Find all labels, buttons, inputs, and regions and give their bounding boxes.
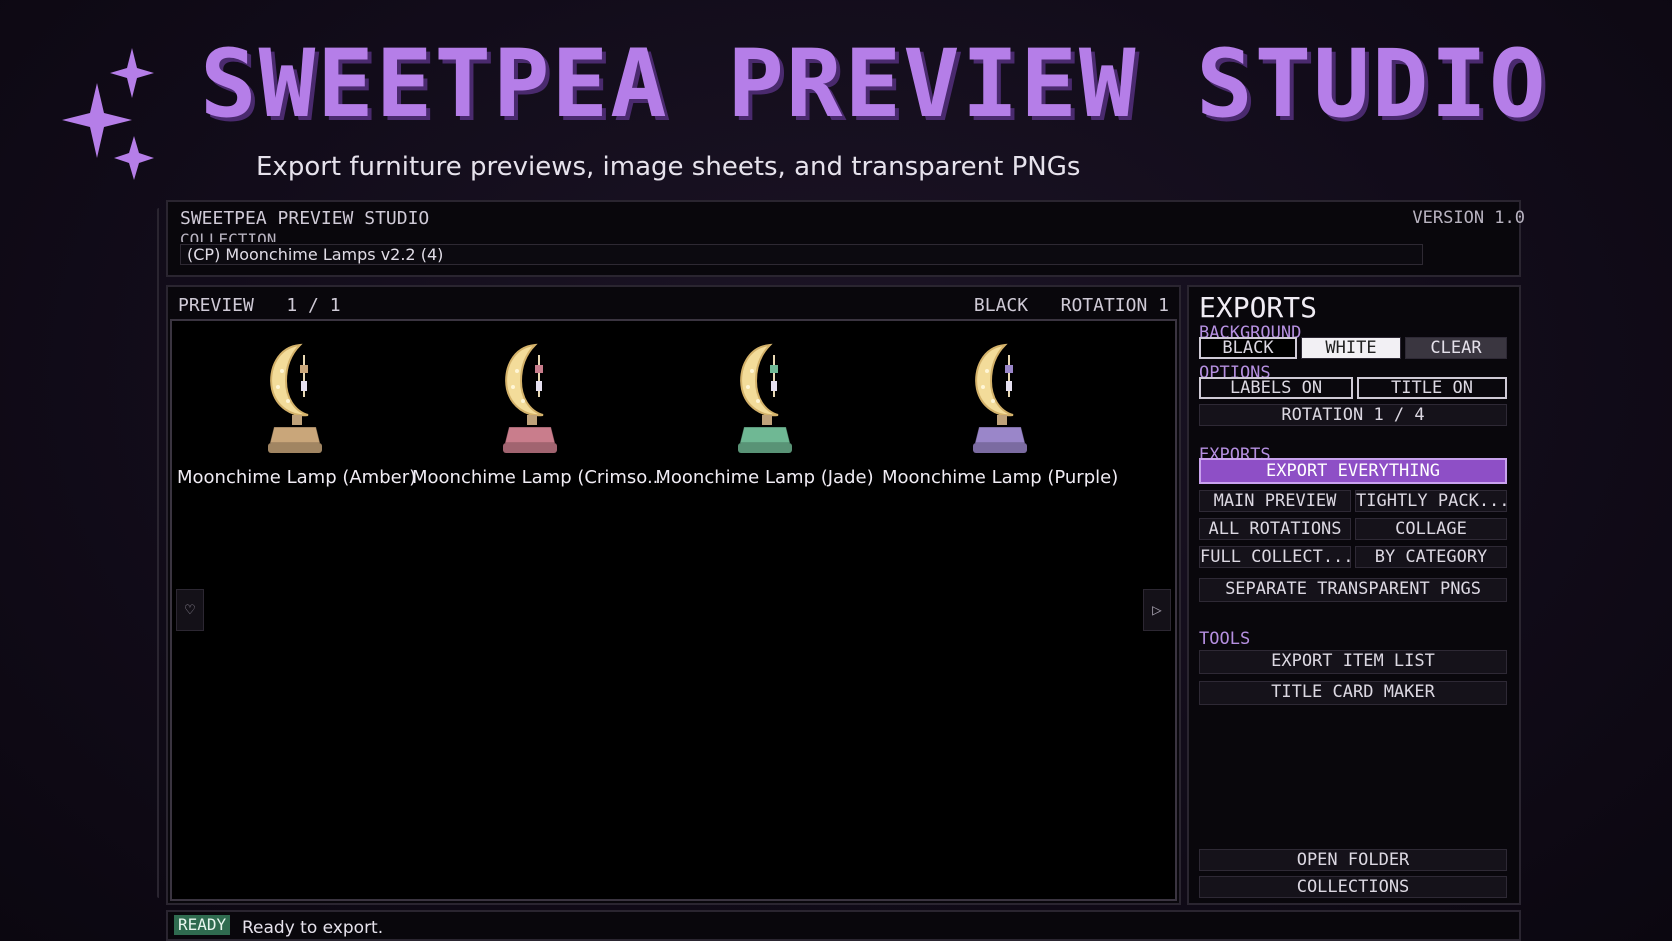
- lamp-icon: [972, 343, 1027, 453]
- item-label: Moonchime Lamp (Purple): [882, 467, 1119, 488]
- full-collection-button[interactable]: FULL COLLECT...: [1199, 546, 1351, 568]
- collage-button[interactable]: COLLAGE: [1355, 518, 1507, 540]
- app-name: SWEETPEA PREVIEW STUDIO: [180, 208, 430, 229]
- preview-item[interactable]: Moonchime Lamp (Purple): [882, 341, 1119, 488]
- preview-item[interactable]: Moonchime Lamp (Amber): [177, 341, 417, 488]
- header-panel: SWEETPEA PREVIEW STUDIO VERSION 1.0 COLL…: [166, 200, 1525, 277]
- lamp-icon: [502, 343, 557, 453]
- export-everything-button[interactable]: EXPORT EVERYTHING: [1199, 458, 1507, 484]
- all-rotations-button[interactable]: ALL ROTATIONS: [1199, 518, 1351, 540]
- status-message: Ready to export.: [242, 918, 384, 938]
- rotation-indicator: ROTATION 1: [1060, 295, 1169, 316]
- export-item-list-button[interactable]: EXPORT ITEM LIST: [1199, 650, 1507, 674]
- collection-select[interactable]: (CP) Moonchime Lamps v2.2 (4): [180, 244, 1423, 265]
- title-toggle[interactable]: TITLE ON: [1357, 377, 1507, 399]
- exports-panel: EXPORTS BACKGROUND BLACK WHITE CLEAR OPT…: [1187, 285, 1521, 905]
- tools-section-label: TOOLS: [1199, 629, 1251, 649]
- bg-white-button[interactable]: WHITE: [1301, 337, 1401, 359]
- separate-pngs-button[interactable]: SEPARATE TRANSPARENT PNGS: [1199, 578, 1507, 602]
- window-edge: [157, 208, 161, 898]
- open-folder-button[interactable]: OPEN FOLDER: [1199, 849, 1507, 871]
- preview-item[interactable]: Moonchime Lamp (Jade): [647, 341, 882, 488]
- bg-clear-button[interactable]: CLEAR: [1405, 337, 1507, 359]
- preview-status: BLACK ROTATION 1: [974, 295, 1169, 316]
- background-indicator: BLACK: [973, 295, 1029, 316]
- sparkles-icon: [62, 48, 154, 180]
- preview-page-label: PREVIEW 1 / 1: [178, 295, 341, 316]
- banner-title: SWEETPEA PREVIEW STUDIO: [200, 30, 1548, 139]
- lamp-icon: [737, 343, 792, 453]
- preview-canvas: Moonchime Lamp (Amber) Moonchime Lamp (C…: [170, 319, 1177, 901]
- bg-black-button[interactable]: BLACK: [1199, 337, 1297, 359]
- status-bar: READY Ready to export.: [166, 910, 1521, 941]
- preview-panel: PREVIEW 1 / 1 BLACK ROTATION 1 Moonchime…: [166, 285, 1181, 905]
- labels-toggle[interactable]: LABELS ON: [1199, 377, 1353, 399]
- version-label: VERSION 1.0: [1412, 208, 1525, 228]
- tightly-packed-button[interactable]: TIGHTLY PACK...: [1355, 490, 1507, 512]
- rotation-button[interactable]: ROTATION 1 / 4: [1199, 404, 1507, 426]
- preview-item[interactable]: Moonchime Lamp (Crimso...: [412, 341, 665, 488]
- status-badge: READY: [174, 915, 231, 935]
- prev-page-button[interactable]: ♡: [176, 589, 204, 631]
- next-page-button[interactable]: ▷: [1143, 589, 1171, 631]
- exports-title: EXPORTS: [1199, 291, 1318, 324]
- main-preview-button[interactable]: MAIN PREVIEW: [1199, 490, 1351, 512]
- title-card-maker-button[interactable]: TITLE CARD MAKER: [1199, 681, 1507, 705]
- banner-subtitle: Export furniture previews, image sheets,…: [256, 152, 1081, 182]
- item-label: Moonchime Lamp (Amber): [177, 467, 417, 488]
- collections-button[interactable]: COLLECTIONS: [1199, 876, 1507, 898]
- item-label: Moonchime Lamp (Crimso...: [412, 467, 665, 488]
- lamp-icon: [267, 343, 322, 453]
- item-label: Moonchime Lamp (Jade): [655, 467, 874, 488]
- collection-label: COLLECTION: [180, 230, 277, 242]
- by-category-button[interactable]: BY CATEGORY: [1355, 546, 1507, 568]
